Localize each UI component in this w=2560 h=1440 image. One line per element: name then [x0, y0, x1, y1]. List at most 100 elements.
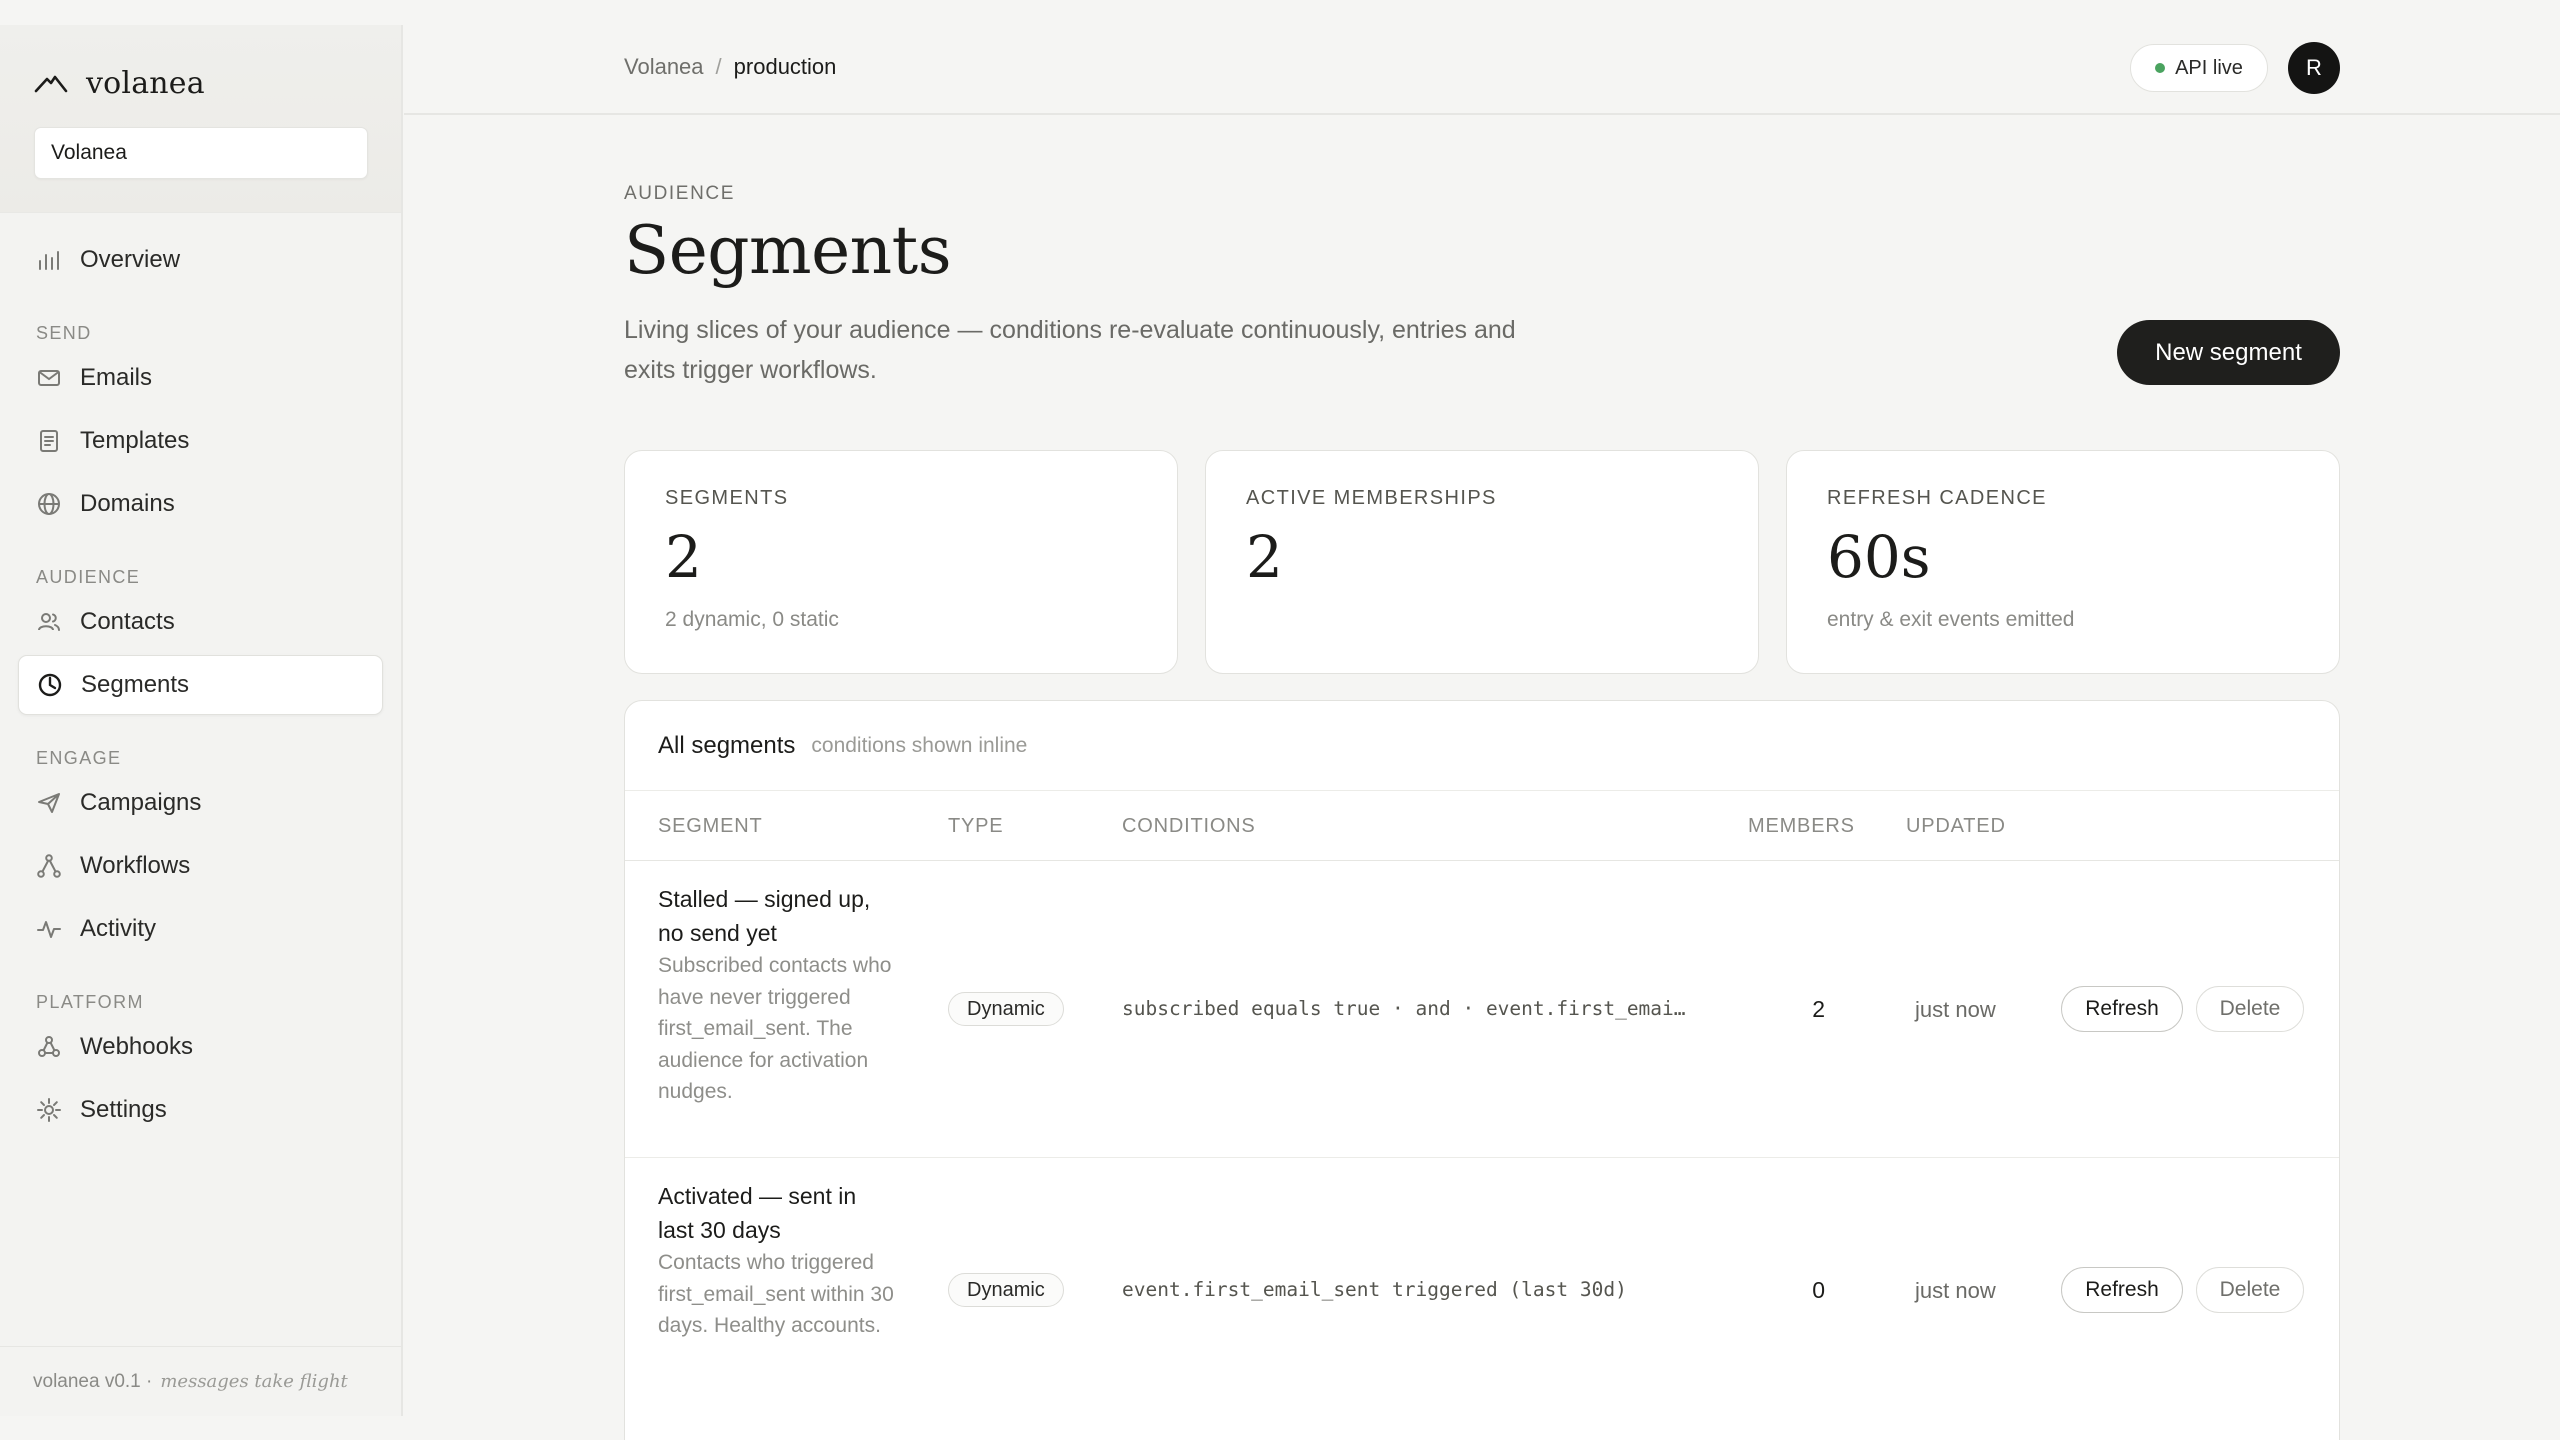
table-row[interactable]: Stalled — signed up, no send yet Subscri… — [625, 861, 2339, 1158]
version-label: volanea v0.1 · — [33, 1370, 153, 1392]
sidebar-item-label: Segments — [81, 671, 190, 698]
breadcrumb-separator: / — [715, 54, 722, 79]
stat-card-refresh-cadence: REFRESH CADENCE 60s entry & exit events … — [1786, 450, 2340, 674]
sidebar-item-label: Settings — [80, 1096, 167, 1123]
nav-section-platform: PLATFORM — [36, 992, 144, 1012]
column-header-updated[interactable]: UPDATED — [1906, 791, 2006, 861]
sidebar-item-domains[interactable]: Domains — [18, 474, 383, 534]
breadcrumb-workspace[interactable]: Volanea — [624, 54, 704, 80]
members-count: 2 — [1812, 996, 1825, 1022]
stat-subtext: 2 dynamic, 0 static — [665, 608, 839, 631]
type-badge: Dynamic — [948, 992, 1064, 1026]
conditions-text: subscribed equals true · and · event.fir… — [1122, 997, 1692, 1020]
delete-button[interactable]: Delete — [2196, 1267, 2304, 1313]
breadcrumb-environment: production — [733, 54, 837, 79]
sidebar: volanea Volanea Overview SEND Emails Tem… — [0, 25, 403, 1416]
stat-value: 2 — [1246, 523, 1283, 591]
stat-label: REFRESH CADENCE — [1827, 487, 2047, 509]
stat-value: 2 — [665, 523, 702, 591]
sidebar-item-campaigns[interactable]: Campaigns — [18, 773, 383, 833]
stat-card-segments: SEGMENTS 2 2 dynamic, 0 static — [624, 450, 1178, 674]
refresh-button[interactable]: Refresh — [2061, 1267, 2183, 1313]
sidebar-item-label: Activity — [80, 915, 157, 942]
workflow-icon — [36, 853, 62, 879]
updated-timestamp: just now — [1915, 1278, 1996, 1303]
sidebar-item-webhooks[interactable]: Webhooks — [18, 1017, 383, 1077]
sidebar-item-label: Webhooks — [80, 1033, 193, 1060]
tagline: messages take flight — [160, 1371, 348, 1392]
stat-value: 60s — [1827, 523, 1931, 591]
sidebar-item-segments[interactable]: Segments — [18, 655, 383, 715]
new-segment-button[interactable]: New segment — [2117, 320, 2340, 385]
stats-row: SEGMENTS 2 2 dynamic, 0 static ACTIVE ME… — [624, 450, 2340, 674]
segment-cell: Activated — sent in last 30 days Contact… — [658, 1179, 898, 1342]
conditions-text: event.first_email_sent triggered (last 3… — [1122, 1278, 1627, 1301]
webhook-icon — [36, 1034, 62, 1060]
stat-subtext: entry & exit events emitted — [1827, 608, 2075, 631]
segment-name[interactable]: Stalled — signed up, no send yet — [658, 882, 898, 950]
stat-label: SEGMENTS — [665, 487, 789, 509]
workspace-switcher[interactable]: Volanea — [34, 127, 368, 179]
segments-table-card: All segments conditions shown inline SEG… — [624, 700, 2340, 1440]
segment-cell: Stalled — signed up, no send yet Subscri… — [658, 882, 898, 1108]
sidebar-item-label: Contacts — [80, 608, 175, 635]
breadcrumb: Volanea / production — [624, 25, 836, 109]
page-description: Living slices of your audience — conditi… — [624, 316, 1516, 384]
nav-section-send: SEND — [36, 323, 92, 343]
sidebar-item-overview[interactable]: Overview — [18, 230, 383, 290]
column-header-segment[interactable]: SEGMENT — [658, 791, 763, 861]
segment-name[interactable]: Activated — sent in last 30 days — [658, 1179, 898, 1247]
brand-area: volanea Volanea — [0, 25, 401, 213]
nav-section-engage: ENGAGE — [36, 748, 122, 768]
table-title: All segments — [658, 731, 796, 759]
api-status-badge[interactable]: API live — [2130, 44, 2268, 92]
sidebar-item-emails[interactable]: Emails — [18, 348, 383, 408]
members-count: 0 — [1812, 1277, 1825, 1303]
sidebar-item-workflows[interactable]: Workflows — [18, 836, 383, 896]
brand-name: volanea — [86, 65, 205, 101]
nav-section-audience: AUDIENCE — [36, 567, 141, 587]
sidebar-footer: volanea v0.1 · messages take flight — [0, 1346, 401, 1416]
stat-label: ACTIVE MEMBERSHIPS — [1246, 487, 1497, 509]
sidebar-item-templates[interactable]: Templates — [18, 411, 383, 471]
updated-timestamp: just now — [1915, 997, 1996, 1022]
sidebar-item-contacts[interactable]: Contacts — [18, 592, 383, 652]
column-header-conditions[interactable]: CONDITIONS — [1122, 791, 1256, 861]
sidebar-item-activity[interactable]: Activity — [18, 899, 383, 959]
globe-icon — [36, 491, 62, 517]
sidebar-item-label: Domains — [80, 490, 175, 517]
sidebar-item-settings[interactable]: Settings — [18, 1080, 383, 1140]
mail-icon — [36, 365, 62, 391]
table-card-header: All segments conditions shown inline — [625, 701, 2339, 791]
page-eyebrow: AUDIENCE — [624, 183, 735, 204]
sidebar-nav: Overview SEND Emails Templates Domains A… — [0, 213, 401, 1140]
brand[interactable]: volanea — [34, 63, 367, 103]
volanea-logo-icon — [34, 69, 68, 97]
users-icon — [36, 609, 62, 635]
sidebar-item-label: Workflows — [80, 852, 191, 879]
type-badge: Dynamic — [948, 1273, 1064, 1307]
refresh-button[interactable]: Refresh — [2061, 986, 2183, 1032]
column-header-members[interactable]: MEMBERS — [1748, 791, 1855, 861]
segment-description: Subscribed contacts who have never trigg… — [658, 954, 892, 1103]
send-icon — [36, 790, 62, 816]
sidebar-item-label: Campaigns — [80, 789, 202, 816]
table-row[interactable]: Activated — sent in last 30 days Contact… — [625, 1158, 2339, 1418]
table-header: SEGMENT TYPE CONDITIONS MEMBERS UPDATED — [625, 791, 2339, 861]
segment-description: Contacts who triggered first_email_sent … — [658, 1251, 894, 1337]
sidebar-item-label: Overview — [80, 246, 181, 273]
api-status-label: API live — [2175, 56, 2243, 79]
status-dot-icon — [2155, 63, 2166, 73]
topbar: Volanea / production API live R — [404, 25, 2560, 115]
document-icon — [36, 428, 62, 454]
avatar[interactable]: R — [2288, 42, 2340, 94]
column-header-type[interactable]: TYPE — [948, 791, 1003, 861]
sidebar-item-label: Emails — [80, 364, 153, 391]
delete-button[interactable]: Delete — [2196, 986, 2304, 1032]
bar-chart-icon — [36, 247, 62, 273]
pie-segment-icon — [37, 672, 63, 698]
stat-card-active-memberships: ACTIVE MEMBERSHIPS 2 — [1205, 450, 1759, 674]
sidebar-item-label: Templates — [80, 427, 190, 454]
activity-pulse-icon — [36, 916, 62, 942]
page-title: Segments — [624, 212, 952, 289]
